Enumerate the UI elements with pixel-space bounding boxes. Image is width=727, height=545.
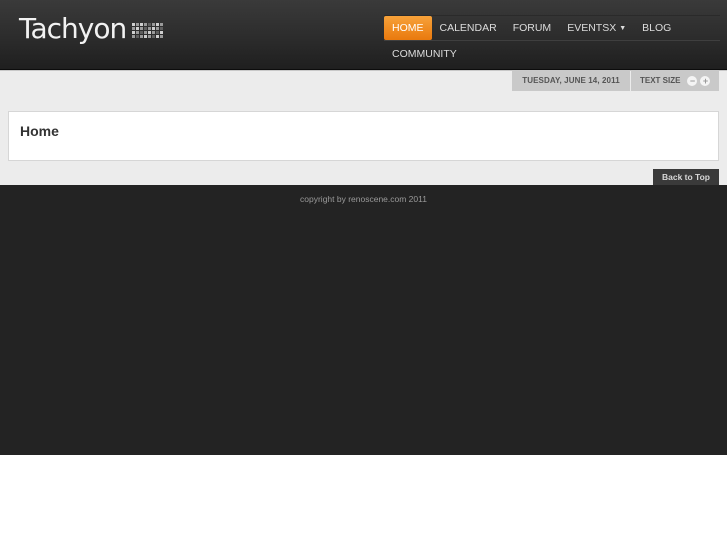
main-content: Home bbox=[8, 111, 719, 161]
text-size-control: TEXT SIZE − + bbox=[631, 70, 719, 91]
site-logo[interactable]: Tachyon bbox=[19, 12, 164, 46]
site-header: Tachyon HOME CALENDAR FORUM EVENTSX ▼ BLO… bbox=[0, 0, 727, 73]
logo-pixel-icon bbox=[132, 23, 164, 38]
nav-row-2: COMMUNITY bbox=[384, 41, 720, 67]
minus-icon[interactable]: − bbox=[687, 75, 698, 86]
main-nav: HOME CALENDAR FORUM EVENTSX ▼ BLOG COMMUN… bbox=[384, 15, 720, 67]
text-size-label: TEXT SIZE bbox=[640, 76, 681, 85]
date-display: TUESDAY, JUNE 14, 2011 bbox=[512, 70, 630, 91]
page-title: Home bbox=[20, 123, 59, 139]
copyright-text: copyright by renoscene.com 2011 bbox=[300, 194, 427, 204]
nav-item-eventsx-label: EVENTSX bbox=[567, 22, 617, 34]
nav-row-1: HOME CALENDAR FORUM EVENTSX ▼ BLOG bbox=[384, 15, 720, 41]
logo-text: Tachyon bbox=[19, 12, 127, 45]
chevron-down-icon: ▼ bbox=[619, 25, 627, 32]
back-to-top-button[interactable]: Back to Top bbox=[653, 169, 719, 185]
nav-item-forum[interactable]: FORUM bbox=[505, 16, 560, 40]
site-footer bbox=[0, 185, 727, 455]
nav-item-home[interactable]: HOME bbox=[384, 16, 432, 40]
nav-item-blog[interactable]: BLOG bbox=[634, 16, 679, 40]
plus-icon[interactable]: + bbox=[700, 75, 711, 86]
nav-item-eventsx[interactable]: EVENTSX ▼ bbox=[559, 16, 634, 40]
nav-item-calendar[interactable]: CALENDAR bbox=[432, 16, 505, 40]
nav-item-community[interactable]: COMMUNITY bbox=[384, 42, 465, 66]
